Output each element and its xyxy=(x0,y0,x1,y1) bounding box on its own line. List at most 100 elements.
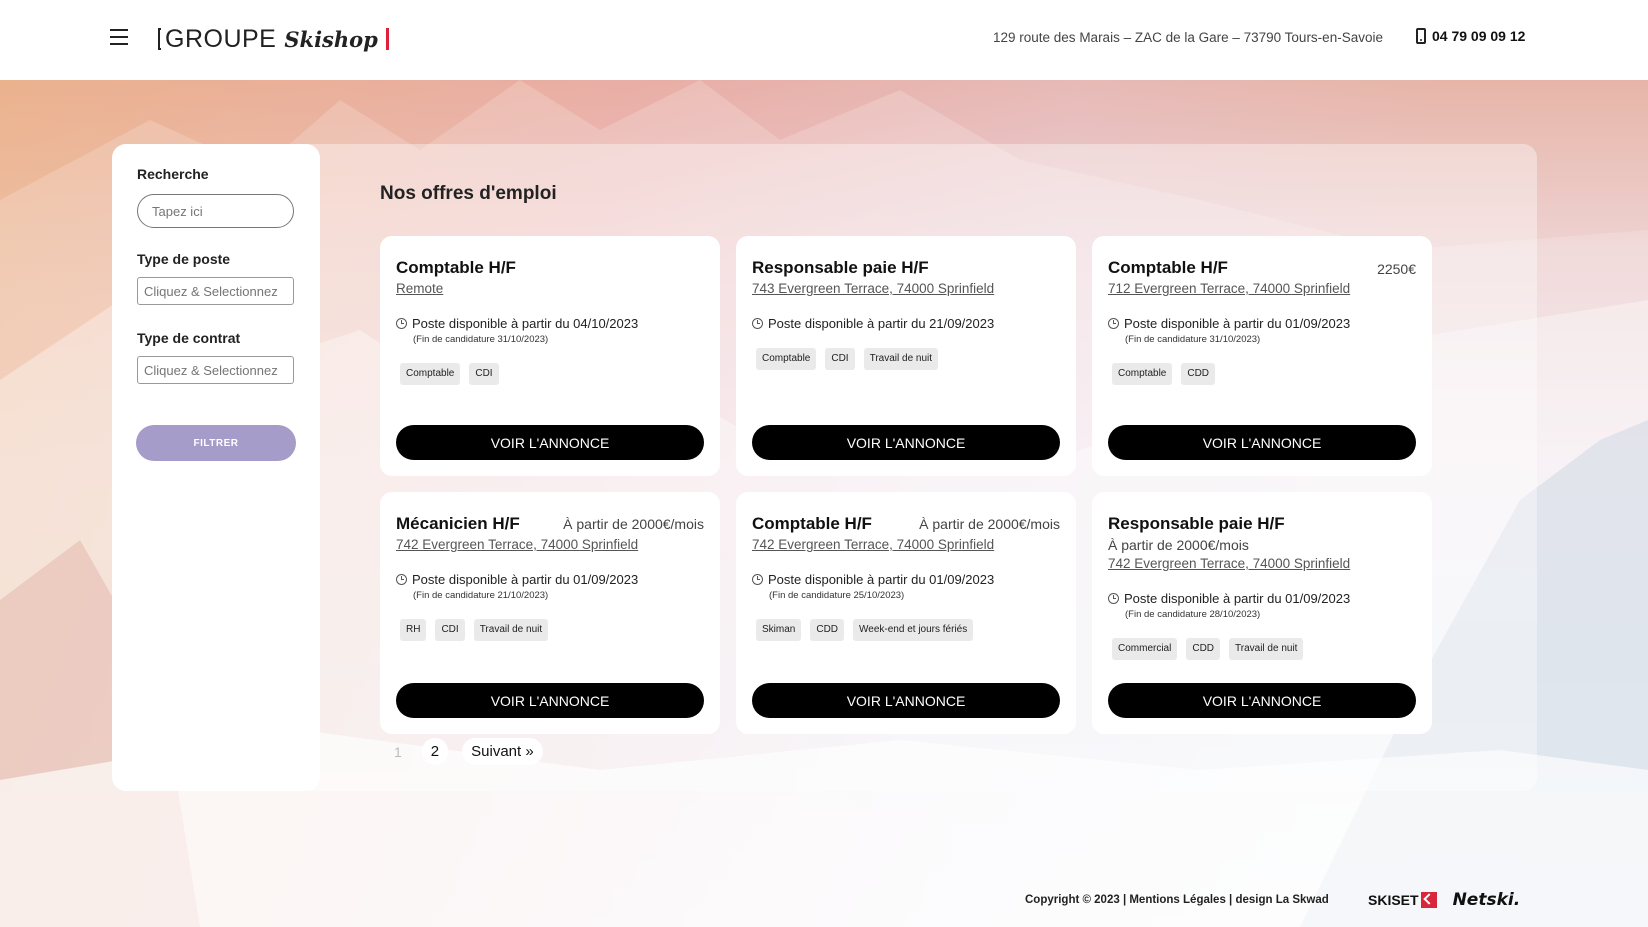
hamburger-menu-icon[interactable] xyxy=(110,26,132,48)
job-title: Mécanicien H/F xyxy=(396,514,520,533)
view-job-button[interactable]: VOIR L'ANNONCE xyxy=(752,683,1060,718)
phone-link[interactable]: 04 79 09 09 12 xyxy=(1416,28,1525,44)
job-card: Comptable H/F Remote Poste disponible à … xyxy=(380,236,720,476)
availability-text: Poste disponible à partir du 21/09/2023 xyxy=(768,316,995,331)
availability-text: Poste disponible à partir du 04/10/2023 xyxy=(412,316,639,331)
clock-icon xyxy=(396,318,407,329)
job-tag: CDD xyxy=(1186,638,1221,660)
job-deadline: (Fin de candidature 31/10/2023) xyxy=(1125,334,1261,345)
job-tags: Comptable CDI xyxy=(400,363,499,385)
logo-groupe-text: GROUPE xyxy=(165,24,277,53)
post-type-label: Type de poste xyxy=(137,251,231,267)
job-title: Comptable H/F xyxy=(1108,258,1228,277)
availability-text: Poste disponible à partir du 01/09/2023 xyxy=(1124,591,1351,606)
skiset-logo-text: SKISET xyxy=(1368,892,1419,908)
filter-sidebar: Recherche Type de poste Type de contrat … xyxy=(112,144,320,791)
job-availability: Poste disponible à partir du 01/09/2023 xyxy=(1108,591,1350,606)
job-tag: CDD xyxy=(1181,363,1216,385)
job-tags: Comptable CDD xyxy=(1112,363,1216,385)
job-tag: CDD xyxy=(810,619,845,641)
job-availability: Poste disponible à partir du 01/09/2023 xyxy=(396,572,638,587)
contract-type-label: Type de contrat xyxy=(137,330,241,346)
phone-icon xyxy=(1416,28,1426,44)
job-title: Responsable paie H/F xyxy=(1108,514,1285,533)
job-availability: Poste disponible à partir du 04/10/2023 xyxy=(396,316,638,331)
job-deadline: (Fin de candidature 25/10/2023) xyxy=(769,590,905,601)
job-tags: Commercial CDD Travail de nuit xyxy=(1112,638,1304,660)
job-tag: CDI xyxy=(435,619,465,641)
job-salary: À partir de 2000€/mois xyxy=(1108,537,1249,553)
job-card: Mécanicien H/F À partir de 2000€/mois 74… xyxy=(380,492,720,734)
clock-icon xyxy=(396,574,407,585)
search-input[interactable] xyxy=(137,194,294,228)
job-tag: Travail de nuit xyxy=(863,348,939,370)
view-job-button[interactable]: VOIR L'ANNONCE xyxy=(396,683,704,718)
view-job-button[interactable]: VOIR L'ANNONCE xyxy=(752,425,1060,460)
job-deadline: (Fin de candidature 28/10/2023) xyxy=(1125,609,1261,620)
job-tag: Commercial xyxy=(1112,638,1178,660)
netski-logo[interactable]: Netski. xyxy=(1453,890,1521,910)
site-logo[interactable]: GROUPE Skishop xyxy=(158,22,389,56)
logo-skishop-text: Skishop xyxy=(284,26,378,52)
search-label: Recherche xyxy=(137,166,209,182)
footer-partner-logos: SKISET Netski. xyxy=(1368,890,1520,910)
job-location-link[interactable]: 742 Evergreen Terrace, 74000 Sprinfield xyxy=(396,537,638,552)
availability-text: Poste disponible à partir du 01/09/2023 xyxy=(412,572,639,587)
job-salary: À partir de 2000€/mois xyxy=(919,516,1060,532)
next-page-link[interactable]: Suivant » xyxy=(462,738,543,765)
logo-bracket-right xyxy=(385,28,389,50)
job-card: Comptable H/F 2250€ 712 Evergreen Terrac… xyxy=(1092,236,1432,476)
job-availability: Poste disponible à partir du 21/09/2023 xyxy=(752,316,994,331)
job-title: Comptable H/F xyxy=(752,514,872,533)
job-tags: Comptable CDI Travail de nuit xyxy=(756,348,939,370)
job-location-link[interactable]: 712 Evergreen Terrace, 74000 Sprinfield xyxy=(1108,281,1350,296)
skiset-arrow-icon xyxy=(1420,892,1437,908)
availability-text: Poste disponible à partir du 01/09/2023 xyxy=(1124,316,1351,331)
pagination: 1 2 Suivant » xyxy=(388,738,543,765)
page-current: 1 xyxy=(394,743,402,760)
job-deadline: (Fin de candidature 31/10/2023) xyxy=(413,334,549,345)
job-tag: Comptable xyxy=(1112,363,1173,385)
job-availability: Poste disponible à partir du 01/09/2023 xyxy=(752,572,994,587)
view-job-button[interactable]: VOIR L'ANNONCE xyxy=(1108,683,1416,718)
clock-icon xyxy=(1108,318,1119,329)
skiset-logo[interactable]: SKISET xyxy=(1368,892,1437,908)
site-header: GROUPE Skishop 129 route des Marais – ZA… xyxy=(0,0,1648,80)
filter-button[interactable]: FILTRER xyxy=(136,425,296,461)
page-title: Nos offres d'emploi xyxy=(380,183,557,204)
job-tags: RH CDI Travail de nuit xyxy=(400,619,549,641)
job-tag: Week-end et jours fériés xyxy=(853,619,974,641)
job-tag: RH xyxy=(400,619,427,641)
availability-text: Poste disponible à partir du 01/09/2023 xyxy=(768,572,995,587)
job-title: Responsable paie H/F xyxy=(752,258,929,277)
post-type-select[interactable] xyxy=(137,277,294,305)
job-tag: CDI xyxy=(469,363,499,385)
view-job-button[interactable]: VOIR L'ANNONCE xyxy=(1108,425,1416,460)
job-tag: Comptable xyxy=(756,348,817,370)
footer-copyright[interactable]: Copyright © 2023 | Mentions Légales | de… xyxy=(1025,894,1329,906)
clock-icon xyxy=(752,318,763,329)
job-card: Responsable paie H/F À partir de 2000€/m… xyxy=(1092,492,1432,734)
company-address: 129 route des Marais – ZAC de la Gare – … xyxy=(993,30,1383,45)
contract-type-select[interactable] xyxy=(137,356,294,384)
job-location-link[interactable]: Remote xyxy=(396,281,443,296)
job-tag: Comptable xyxy=(400,363,461,385)
job-salary: À partir de 2000€/mois xyxy=(563,516,704,532)
job-availability: Poste disponible à partir du 01/09/2023 xyxy=(1108,316,1350,331)
view-job-button[interactable]: VOIR L'ANNONCE xyxy=(396,425,704,460)
job-tag: CDI xyxy=(825,348,855,370)
job-location-link[interactable]: 742 Evergreen Terrace, 74000 Sprinfield xyxy=(752,537,994,552)
page-2-link[interactable]: 2 xyxy=(421,738,449,765)
job-tag: Travail de nuit xyxy=(1229,638,1304,660)
job-tags: Skiman CDD Week-end et jours fériés xyxy=(756,619,974,641)
phone-number: 04 79 09 09 12 xyxy=(1432,28,1526,44)
job-location-link[interactable]: 742 Evergreen Terrace, 74000 Sprinfield xyxy=(1108,556,1350,571)
job-title: Comptable H/F xyxy=(396,258,516,277)
job-card: Responsable paie H/F 743 Evergreen Terra… xyxy=(736,236,1076,476)
job-tag: Travail de nuit xyxy=(473,619,549,641)
job-tag: Skiman xyxy=(756,619,802,641)
clock-icon xyxy=(1108,593,1119,604)
clock-icon xyxy=(752,574,763,585)
job-salary: 2250€ xyxy=(1377,261,1416,277)
job-location-link[interactable]: 743 Evergreen Terrace, 74000 Sprinfield xyxy=(752,281,994,296)
